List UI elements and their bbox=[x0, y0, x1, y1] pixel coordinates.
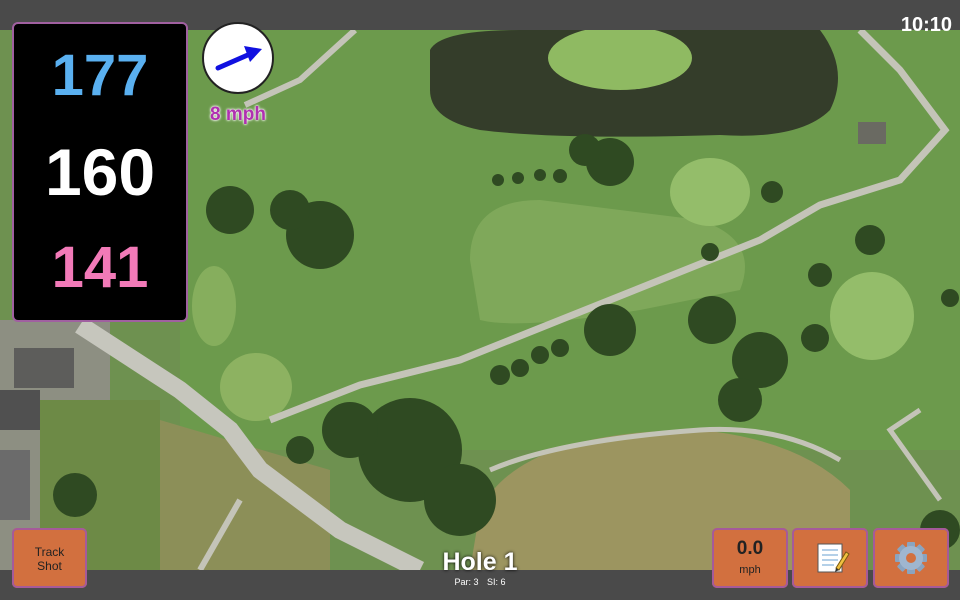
track-shot-label-line1: Track bbox=[34, 545, 65, 559]
clock-time: 10:10 bbox=[900, 14, 952, 36]
distance-back: 177 bbox=[51, 43, 149, 108]
hole-stroke-index: SI: 6 bbox=[487, 577, 506, 587]
gear-icon bbox=[895, 542, 927, 574]
distance-middle: 160 bbox=[44, 135, 156, 209]
shot-speed-unit: mph bbox=[739, 564, 761, 576]
settings-button[interactable] bbox=[873, 528, 949, 588]
wind-speed-label: 8 mph bbox=[210, 104, 266, 125]
hole-par: Par: 3 bbox=[454, 577, 479, 587]
hole-info: Par: 3 SI: 6 bbox=[380, 577, 580, 587]
track-shot-button[interactable]: Track Shot bbox=[12, 528, 87, 588]
wind-direction-arrow-icon bbox=[215, 46, 262, 71]
wind-dial bbox=[202, 22, 274, 94]
track-shot-label-line2: Shot bbox=[37, 559, 62, 573]
distance-panel: 177 160 141 bbox=[12, 22, 188, 322]
notepad-icon bbox=[817, 543, 850, 573]
hole-title: Hole 1 bbox=[442, 548, 518, 576]
shot-speed-value: 0.0 bbox=[736, 538, 764, 559]
distance-front: 141 bbox=[51, 235, 149, 300]
notes-button[interactable] bbox=[792, 528, 868, 588]
shot-speed-button[interactable]: 0.0 mph bbox=[712, 528, 788, 588]
